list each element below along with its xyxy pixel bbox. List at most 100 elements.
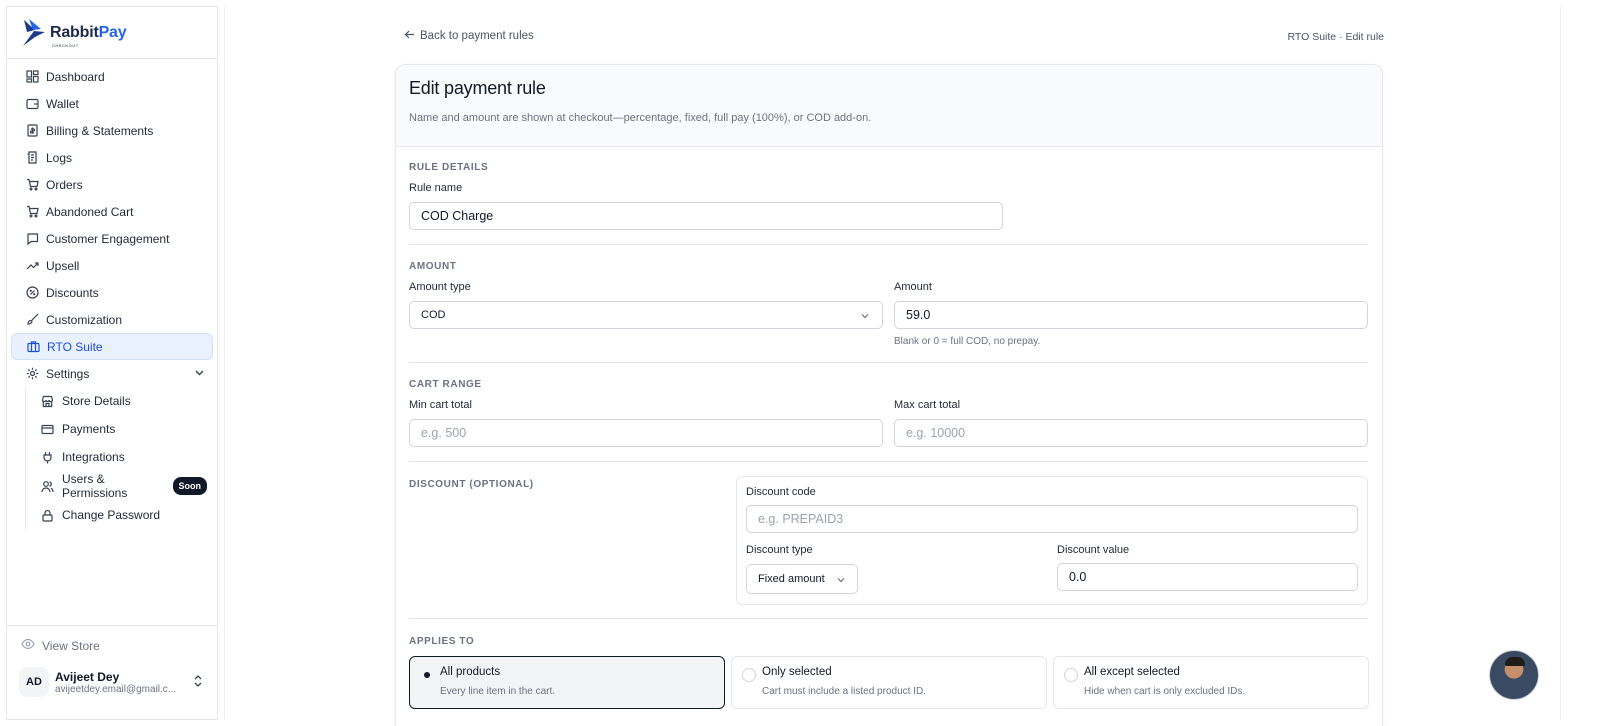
- briefcase-icon: [26, 340, 40, 354]
- sidebar-item-payments[interactable]: Payments: [26, 415, 217, 443]
- sidebar-item-orders[interactable]: Orders: [11, 171, 213, 198]
- sidebar-divider: [224, 6, 225, 720]
- sidebar-item-upsell[interactable]: Upsell: [11, 252, 213, 279]
- sidebar-item-rto-suite[interactable]: RTO Suite: [11, 333, 213, 360]
- user-name: Avijeet Dey: [55, 669, 120, 684]
- sidebar-item-discounts[interactable]: Discounts: [11, 279, 213, 306]
- view-store-link[interactable]: View Store: [7, 626, 217, 653]
- discount-value-input[interactable]: 0.0: [1057, 563, 1358, 591]
- sidebar-item-wallet[interactable]: Wallet: [11, 90, 213, 117]
- user-menu[interactable]: AD Avijeet Dey avijeetdey.email@gmail.c.…: [7, 653, 217, 697]
- amount-label: Amount: [894, 281, 932, 293]
- divider: [409, 461, 1368, 462]
- sidebar-item-customer-engagement[interactable]: Customer Engagement: [11, 225, 213, 252]
- sidebar-item-label: Upsell: [46, 258, 80, 273]
- applies-all-except-option[interactable]: All except selected Hide when cart is on…: [1053, 656, 1369, 709]
- users-icon: [40, 479, 54, 493]
- chevron-down-icon: [836, 575, 846, 588]
- sidebar-item-logs[interactable]: Logs: [11, 144, 213, 171]
- min-cart-input[interactable]: e.g. 500: [409, 419, 883, 447]
- sidebar-item-store-details[interactable]: Store Details: [26, 387, 217, 415]
- brand-logo[interactable]: RabbitPay CHECKOUT: [7, 7, 217, 59]
- section-applies-to: APPLIES TO: [409, 636, 475, 647]
- user-email: avijeetdey.email@gmail.c...: [55, 683, 177, 695]
- lock-icon: [40, 508, 54, 522]
- sidebar-item-dashboard[interactable]: Dashboard: [11, 63, 213, 90]
- discount-type-label: Discount type: [746, 544, 813, 556]
- radio-selected: [420, 668, 434, 682]
- max-cart-input[interactable]: e.g. 10000: [894, 419, 1368, 447]
- support-chat-avatar[interactable]: [1489, 650, 1539, 700]
- radio-unselected: [742, 668, 756, 682]
- sidebar-item-change-password[interactable]: Change Password: [26, 501, 217, 529]
- sidebar-item-label: Discounts: [46, 285, 99, 300]
- sidebar-item-label: Billing & Statements: [46, 123, 154, 138]
- page-topbar: Back to payment rules RTO Suite · Edit r…: [404, 29, 1384, 47]
- radio-unselected: [1064, 668, 1078, 682]
- gear-icon: [25, 367, 39, 381]
- arrow-left-icon: [404, 29, 415, 43]
- discount-value-label: Discount value: [1057, 544, 1130, 556]
- chevrons-up-down-icon[interactable]: [193, 674, 203, 691]
- amount-input[interactable]: 59.0: [894, 301, 1368, 329]
- back-link-label: Back to payment rules: [420, 30, 534, 42]
- cart-icon: [25, 178, 39, 192]
- sidebar-item-settings[interactable]: Settings: [11, 360, 213, 387]
- sidebar-item-label: Settings: [46, 366, 90, 381]
- plug-icon: [40, 450, 54, 464]
- avatar: AD: [19, 667, 49, 697]
- sidebar-footer: View Store AD Avijeet Dey avijeetdey.ema…: [7, 625, 217, 719]
- divider: [409, 244, 1368, 245]
- edit-rule-card: Edit payment rule Name and amount are sh…: [395, 64, 1383, 726]
- sidebar-item-label: Users & Permissions: [62, 472, 128, 500]
- page-subtitle: Name and amount are shown at checkout—pe…: [409, 112, 872, 124]
- section-amount: AMOUNT: [409, 261, 457, 272]
- brush-icon: [25, 313, 39, 327]
- rabbit-logo-icon: [21, 18, 47, 48]
- discount-code-input[interactable]: e.g. PREPAID3: [746, 505, 1358, 533]
- option-title: All except selected: [1084, 666, 1180, 678]
- view-store-label: View Store: [42, 638, 100, 653]
- applies-only-selected-option[interactable]: Only selected Cart must include a listed…: [731, 656, 1047, 709]
- sidebar-item-users-permissions[interactable]: Users & Permissions Soon: [26, 471, 217, 501]
- amount-type-select[interactable]: COD: [409, 301, 883, 329]
- discount-type-value: Fixed amount: [758, 573, 825, 585]
- sidebar-item-customization[interactable]: Customization: [11, 306, 213, 333]
- sidebar-item-label: Customer Engagement: [46, 231, 170, 246]
- sidebar-item-integrations[interactable]: Integrations: [26, 443, 217, 471]
- max-cart-label: Max cart total: [894, 399, 961, 411]
- amount-hint: Blank or 0 = full COD, no prepay.: [894, 336, 1041, 347]
- amount-type-value: COD: [421, 309, 446, 321]
- dashboard-icon: [25, 70, 39, 84]
- rule-name-input[interactable]: COD Charge: [409, 202, 1003, 230]
- applies-all-products-option[interactable]: All products Every line item in the cart…: [409, 656, 725, 709]
- eye-icon: [21, 638, 35, 653]
- sidebar-item-label: Store Details: [62, 394, 131, 408]
- divider: [409, 362, 1368, 363]
- discount-icon: [25, 286, 39, 300]
- page-title: Edit payment rule: [409, 78, 546, 98]
- billing-icon: [25, 124, 39, 138]
- chevron-down-icon[interactable]: [194, 367, 205, 381]
- section-cart-range: CART RANGE: [409, 379, 482, 390]
- sidebar-item-billing[interactable]: Billing & Statements: [11, 117, 213, 144]
- sidebar-item-abandoned-cart[interactable]: Abandoned Cart: [11, 198, 213, 225]
- cart-icon: [25, 205, 39, 219]
- discount-code-label: Discount code: [746, 486, 816, 498]
- sidebar-item-label: Integrations: [62, 450, 125, 464]
- section-discount: DISCOUNT (OPTIONAL): [409, 479, 534, 490]
- discount-type-select[interactable]: Fixed amount: [746, 564, 858, 594]
- chat-icon: [25, 232, 39, 246]
- wallet-icon: [25, 97, 39, 111]
- sidebar-item-label: Payments: [62, 422, 116, 436]
- sidebar-item-label: Change Password: [62, 508, 161, 522]
- option-title: Only selected: [762, 666, 832, 678]
- sidebar-item-label: RTO Suite: [47, 339, 103, 354]
- breadcrumb: RTO Suite · Edit rule: [1287, 31, 1384, 43]
- sidebar: RabbitPay CHECKOUT Dashboard Wallet Bill…: [6, 6, 218, 720]
- sidebar-item-label: Orders: [46, 177, 83, 192]
- sidebar-item-label: Wallet: [46, 96, 79, 111]
- section-rule-details: RULE DETAILS: [409, 162, 489, 173]
- back-link[interactable]: Back to payment rules: [404, 29, 534, 43]
- soon-badge: Soon: [172, 477, 207, 495]
